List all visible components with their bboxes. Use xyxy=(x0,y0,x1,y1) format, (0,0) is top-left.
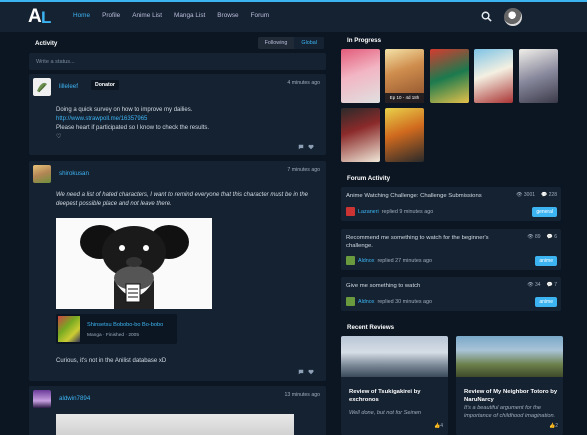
avatar[interactable] xyxy=(346,256,355,265)
review-banner xyxy=(341,336,448,377)
media-card[interactable]: Shinsetsu Bobobo-bo Bo-bobo Manga · Fini… xyxy=(56,314,177,344)
timestamp: 7 minutes ago xyxy=(287,167,320,173)
thread-tag[interactable]: anime xyxy=(535,256,557,266)
nav-manga-list[interactable]: Manga List xyxy=(174,12,205,19)
replies-icon: 💬 xyxy=(541,192,548,198)
activity-card: aldwin7894 13 minutes ago xyxy=(29,386,326,435)
thread-title[interactable]: Anime Watching Challenge: Challenge Subm… xyxy=(346,192,506,200)
nav-anime-list[interactable]: Anime List xyxy=(132,12,162,19)
comment-icon[interactable] xyxy=(298,369,304,375)
review-title[interactable]: Review of Tsukigakirei by exchronos xyxy=(349,388,443,404)
episode-countdown: Ep 10 - 4d 18h xyxy=(385,93,424,103)
top-navbar: AL Home Profile Anime List Manga List Br… xyxy=(0,0,587,32)
nav-forum[interactable]: Forum xyxy=(251,12,269,19)
post-text: Doing a quick survey on how to improve m… xyxy=(56,107,193,113)
media-cover[interactable] xyxy=(474,49,513,103)
username[interactable]: shirokusan xyxy=(59,170,89,177)
forum-thread[interactable]: Anime Watching Challenge: Challenge Subm… xyxy=(341,187,561,221)
avatar[interactable] xyxy=(33,78,51,96)
thread-last-reply: Aldnox replied 30 minutes ago xyxy=(346,297,432,306)
review-summary: Well done, but not for Seinen xyxy=(349,410,422,416)
post-text: Please heart if participated so I know t… xyxy=(56,125,210,131)
thread-title[interactable]: Give me something to watch xyxy=(346,282,506,290)
user-avatar[interactable] xyxy=(504,8,522,26)
review-card[interactable]: Review of My Neighbor Totoro by NaruNarc… xyxy=(456,336,563,435)
thread-last-reply: Aldnox replied 27 minutes ago xyxy=(346,256,432,265)
review-likes: 👍2 xyxy=(548,423,558,429)
post-comment: Curious, it's not in the Anilist databas… xyxy=(56,358,167,364)
thread-stats: 👁 3001 💬 228 xyxy=(516,192,557,198)
media-cover[interactable] xyxy=(430,49,469,103)
media-cover[interactable] xyxy=(519,49,558,103)
reactions xyxy=(298,144,318,150)
avatar[interactable] xyxy=(346,297,355,306)
nav-browse[interactable]: Browse xyxy=(217,12,238,19)
heart-icon[interactable] xyxy=(308,369,314,375)
main-nav: Home Profile Anime List Manga List Brows… xyxy=(73,12,281,19)
thread-title[interactable]: Recommend me something to watch for the … xyxy=(346,234,506,250)
timestamp: 4 minutes ago xyxy=(287,80,320,86)
review-likes: 👍4 xyxy=(433,423,443,429)
media-cover[interactable]: Ep 10 - 4d 18h xyxy=(385,49,424,103)
activity-title: Activity xyxy=(35,40,58,47)
media-cover[interactable] xyxy=(341,108,380,162)
in-progress-title: In Progress xyxy=(347,37,382,44)
reactions xyxy=(298,369,318,375)
search-icon[interactable] xyxy=(481,11,492,22)
forum-activity-title: Forum Activity xyxy=(347,175,391,182)
thread-last-reply: Lazaneri replied 9 minutes ago xyxy=(346,207,433,216)
media-cover[interactable] xyxy=(341,49,380,103)
nav-home[interactable]: Home xyxy=(73,12,90,19)
thread-tag[interactable]: anime xyxy=(535,297,557,307)
avatar[interactable] xyxy=(346,207,355,216)
post-quote: We need a list of hated characters, I wa… xyxy=(56,192,309,207)
media-meta: Manga · Finished · 2005 xyxy=(87,333,139,338)
review-banner xyxy=(456,336,563,377)
heart-emoji: ♡ xyxy=(56,134,62,140)
post-image[interactable] xyxy=(56,414,294,435)
forum-thread[interactable]: Recommend me something to watch for the … xyxy=(341,229,561,270)
review-title[interactable]: Review of My Neighbor Totoro by NaruNarc… xyxy=(464,388,558,404)
reply-user[interactable]: Aldnox xyxy=(358,299,374,305)
avatar[interactable] xyxy=(33,165,51,183)
review-card[interactable]: Review of Tsukigakirei by exchronos Well… xyxy=(341,336,448,435)
activity-card: shirokusan 7 minutes ago We need a list … xyxy=(29,161,326,381)
activity-card: lilleleef Donator 4 minutes ago Doing a … xyxy=(29,74,326,155)
toggle-global[interactable]: Global xyxy=(294,37,324,49)
eye-icon: 👁 xyxy=(527,234,534,240)
thread-tag[interactable]: general xyxy=(532,207,557,217)
poll-link[interactable]: http://www.strawpoll.me/16357965 xyxy=(56,116,147,122)
toggle-following[interactable]: Following xyxy=(258,37,295,49)
replies-icon: 💬 xyxy=(546,234,553,240)
review-summary: It's a beautiful argument for the import… xyxy=(464,405,556,419)
feed-toggle: Following Global xyxy=(257,37,324,49)
comment-icon[interactable] xyxy=(298,144,304,150)
media-cover[interactable] xyxy=(385,108,424,162)
anilist-logo[interactable]: AL xyxy=(28,7,51,27)
eye-icon: 👁 xyxy=(527,282,534,288)
avatar[interactable] xyxy=(33,390,51,408)
timestamp: 13 minutes ago xyxy=(284,392,320,398)
media-cover xyxy=(58,316,80,342)
media-title[interactable]: Shinsetsu Bobobo-bo Bo-bobo xyxy=(87,322,163,328)
nav-profile[interactable]: Profile xyxy=(102,12,120,19)
replies-icon: 💬 xyxy=(546,282,553,288)
post-image[interactable] xyxy=(56,218,212,309)
username[interactable]: lilleleef xyxy=(59,83,78,90)
thread-stats: 👁 89 💬 6 xyxy=(527,234,557,240)
donator-badge: Donator xyxy=(91,80,119,90)
recent-reviews-title: Recent Reviews xyxy=(347,324,395,331)
forum-thread[interactable]: Give me something to watch 👁 34 💬 7 Aldn… xyxy=(341,277,561,311)
post-body: Doing a quick survey on how to improve m… xyxy=(56,106,209,142)
eye-icon: 👁 xyxy=(516,192,523,198)
thread-stats: 👁 34 💬 7 xyxy=(527,282,557,288)
activity-header: Activity Following Global xyxy=(29,36,326,50)
reply-user[interactable]: Aldnox xyxy=(358,258,374,264)
heart-icon[interactable] xyxy=(308,144,314,150)
reply-user[interactable]: Lazaneri xyxy=(358,209,379,215)
status-input[interactable] xyxy=(29,53,326,70)
username[interactable]: aldwin7894 xyxy=(59,395,90,402)
